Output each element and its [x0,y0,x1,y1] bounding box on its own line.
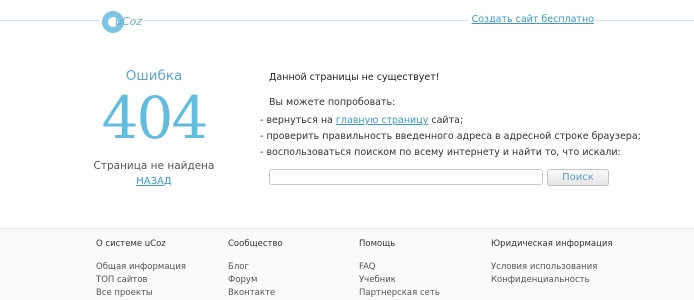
footer-column-title: Помощь [359,239,396,249]
suggestion-home-prefix: - вернуться на [260,115,336,126]
footer-link[interactable]: Учебник [359,274,440,287]
footer-column-legal: Юридическая информация Условия использов… [491,239,613,287]
create-site-link[interactable]: Создать сайт бесплатно [467,14,594,25]
footer-column-help: Помощь FAQ Учебник Партнерская сеть [359,239,440,300]
suggestions-list: - вернуться на главную страницу сайта; -… [260,113,641,161]
footer-link[interactable]: Условия использования [491,261,613,274]
footer-link[interactable]: Конфиденциальность [491,274,613,287]
header: uCoz → Создать сайт бесплатно [0,0,694,42]
footer-link[interactable]: FAQ [359,261,440,274]
suggestion-search: - воспользоваться поиском по всему интер… [260,147,621,158]
error-subtitle: Страница не найдена [93,160,215,172]
logo-text: uCoz [115,15,143,28]
footer-link[interactable]: Форум [228,274,283,287]
suggestion-home: - вернуться на главную страницу сайта; [260,113,641,129]
footer-link[interactable]: Общая информация [96,261,186,274]
footer-link[interactable]: Вконтакте [228,287,283,300]
footer-link[interactable]: Все проекты [96,287,186,300]
search-input[interactable] [269,169,543,185]
ucoz-logo[interactable]: uCoz [100,10,144,34]
footer-link[interactable]: Блог [228,261,283,274]
suggestions-intro: Вы можете попробовать: [269,97,396,108]
footer-column-title: Юридическая информация [491,239,613,249]
footer-link[interactable]: Партнерская сеть [359,287,440,300]
footer: О системе uCoz Общая информация ТОП сайт… [0,228,694,300]
error-code: 404 [101,84,209,152]
footer-column-about: О системе uCoz Общая информация ТОП сайт… [96,239,186,300]
search-button[interactable]: Поиск [547,169,609,186]
footer-column-title: Сообщество [228,239,283,249]
home-page-link[interactable]: главную страницу [336,115,428,126]
error-title: Ошибка [125,68,183,84]
footer-link[interactable]: ТОП сайтов [96,274,186,287]
footer-column-title: О системе uCoz [96,239,166,249]
not-found-message: Данной страницы не существует! [269,72,440,83]
suggestion-check-address: - проверить правильность введенного адре… [260,131,641,142]
suggestion-home-suffix: сайта; [428,115,464,126]
footer-column-community: Сообщество Блог Форум Вконтакте [228,239,283,300]
back-link[interactable]: НАЗАД [98,176,210,187]
